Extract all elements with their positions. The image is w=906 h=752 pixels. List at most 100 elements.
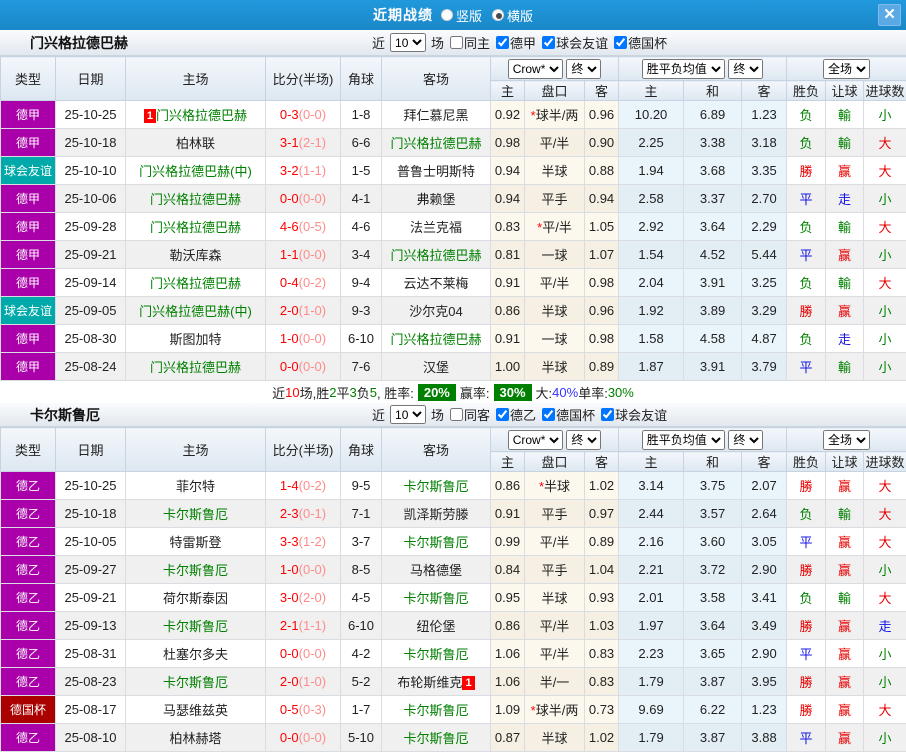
handicap-result-cell: 輸 (826, 129, 864, 157)
corner-cell: 5-10 (341, 724, 382, 752)
recent-count-select[interactable]: 10 (390, 33, 426, 52)
avg-away-cell: 3.18 (742, 129, 787, 157)
date-cell: 25-10-25 (56, 101, 126, 129)
score-cell: 0-0(0-0) (266, 353, 341, 381)
score-cell: 2-1(1-1) (266, 612, 341, 640)
fulltime-select[interactable]: 全场 (823, 59, 870, 79)
avg-away-cell: 2.90 (742, 556, 787, 584)
result-cell: 勝 (787, 157, 826, 185)
subcol-handicap: 盘口 (525, 452, 585, 472)
team-label: 门兴格拉德巴赫 (150, 360, 241, 375)
team-label: 斯图加特 (169, 332, 221, 347)
home-odds-cell: 0.92 (491, 101, 525, 129)
filter-option[interactable]: 同主 (450, 33, 490, 52)
subcol-avg-draw: 和 (684, 81, 742, 101)
handicap-cell: *球半/两 (525, 101, 585, 129)
filter-checkbox[interactable] (614, 36, 627, 49)
filter-checkbox[interactable] (450, 408, 463, 421)
close-button[interactable]: ✕ (878, 4, 901, 26)
layout-radio-vertical[interactable]: 竖版 (441, 6, 482, 25)
filter-option[interactable]: 同客 (450, 405, 490, 424)
date-cell: 25-08-31 (56, 640, 126, 668)
corner-cell: 6-10 (341, 612, 382, 640)
date-cell: 25-09-21 (56, 241, 126, 269)
date-cell: 25-09-21 (56, 584, 126, 612)
filter-option[interactable]: 球会友谊 (601, 405, 667, 424)
col-header-score: 比分(半场) (266, 428, 341, 472)
odds-time-select[interactable]: 终 (566, 59, 601, 79)
stats-summary: 近10场,胜2平3负5, 胜率:20%赢率:30%大:40% 单率:30% (0, 381, 906, 403)
handicap-result-cell: 赢 (826, 668, 864, 696)
filter-checkbox[interactable] (542, 408, 555, 421)
summary-text: 5 (370, 385, 377, 400)
score-cell: 1-4(0-2) (266, 472, 341, 500)
team-label: 马格德堡 (410, 563, 462, 578)
filter-label: 球会友谊 (615, 405, 667, 424)
fulltime-score: 2-0 (280, 303, 299, 318)
away-team-cell: 云达不莱梅 (382, 269, 491, 297)
match-row: 德甲25-09-21勒沃库森1-1(0-0)3-4门兴格拉德巴赫0.81一球1.… (1, 241, 906, 269)
away-team-cell: 卡尔斯鲁厄 (382, 528, 491, 556)
avg-time-select[interactable]: 终 (728, 430, 763, 450)
layout-radio-horizontal[interactable]: 横版 (492, 6, 533, 25)
handicap-result-cell: 輸 (826, 584, 864, 612)
summary-text: , 胜率: (377, 383, 414, 402)
subcol-handicap: 盘口 (525, 81, 585, 101)
odds-company-select[interactable]: Crow* (508, 430, 563, 450)
home-odds-cell: 0.91 (491, 269, 525, 297)
filter-option[interactable]: 德国杯 (542, 405, 595, 424)
fulltime-score: 0-3 (280, 107, 299, 122)
handicap-result-cell: 輸 (826, 101, 864, 129)
recent-count-select[interactable]: 10 (390, 405, 426, 424)
filter-checkbox[interactable] (542, 36, 555, 49)
odds-time-select[interactable]: 终 (566, 430, 601, 450)
away-team-cell: 法兰克福 (382, 213, 491, 241)
handicap-result-cell: 赢 (826, 696, 864, 724)
handicap-cell: 平/半 (525, 269, 585, 297)
avg-away-cell: 2.70 (742, 185, 787, 213)
away-team-cell: 纽伦堡 (382, 612, 491, 640)
team-label: 法兰克福 (410, 220, 462, 235)
filter-checkbox[interactable] (496, 408, 509, 421)
handicap-result-cell: 赢 (826, 157, 864, 185)
home-odds-cell: 0.91 (491, 500, 525, 528)
filter-checkbox[interactable] (496, 36, 509, 49)
team-label: 柏林赫塔 (169, 731, 221, 746)
star-mark: * (531, 108, 536, 123)
filter-option[interactable]: 德甲 (496, 33, 536, 52)
type-cell: 德甲 (1, 213, 56, 241)
home-odds-cell: 1.06 (491, 640, 525, 668)
avg-home-cell: 1.94 (619, 157, 684, 185)
match-row: 德乙25-08-23卡尔斯鲁厄2-0(1-0)5-2布轮斯维克11.06半/一0… (1, 668, 906, 696)
avg-type-select[interactable]: 胜平负均值 (642, 59, 725, 79)
avg-draw-cell: 3.89 (684, 297, 742, 325)
corner-cell: 3-4 (341, 241, 382, 269)
home-team-cell: 杜塞尔多夫 (126, 640, 266, 668)
filter-checkbox[interactable] (601, 408, 614, 421)
filter-option[interactable]: 德乙 (496, 405, 536, 424)
filter-option[interactable]: 球会友谊 (542, 33, 608, 52)
home-odds-cell: 0.91 (491, 325, 525, 353)
filter-label: 德乙 (510, 405, 536, 424)
team-label: 柏林联 (176, 136, 215, 151)
subcol-handicap-result: 让球 (826, 452, 864, 472)
odds-company-select[interactable]: Crow* (508, 59, 563, 79)
score-cell: 0-3(0-0) (266, 101, 341, 129)
handicap-cell: 平/半 (525, 640, 585, 668)
match-filters: 近10场同客德乙德国杯球会友谊 (372, 403, 667, 426)
matches-table: 类型 日期 主场 比分(半场) 角球 客场 Crow* 终 胜平负均值 终 (0, 427, 906, 752)
avg-home-cell: 2.92 (619, 213, 684, 241)
away-team-cell: 门兴格拉德巴赫 (382, 325, 491, 353)
away-odds-cell: 1.05 (585, 213, 619, 241)
recent-label: 近 (372, 405, 385, 424)
result-cell: 勝 (787, 612, 826, 640)
match-row: 德乙25-10-18卡尔斯鲁厄2-3(0-1)7-1凯泽斯劳滕0.91平手0.9… (1, 500, 906, 528)
type-cell: 德乙 (1, 640, 56, 668)
filter-option[interactable]: 德国杯 (614, 33, 667, 52)
filter-checkbox[interactable] (450, 36, 463, 49)
avg-time-select[interactable]: 终 (728, 59, 763, 79)
fulltime-select[interactable]: 全场 (823, 430, 870, 450)
result-cell: 勝 (787, 668, 826, 696)
home-odds-cell: 0.87 (491, 724, 525, 752)
avg-type-select[interactable]: 胜平负均值 (642, 430, 725, 450)
